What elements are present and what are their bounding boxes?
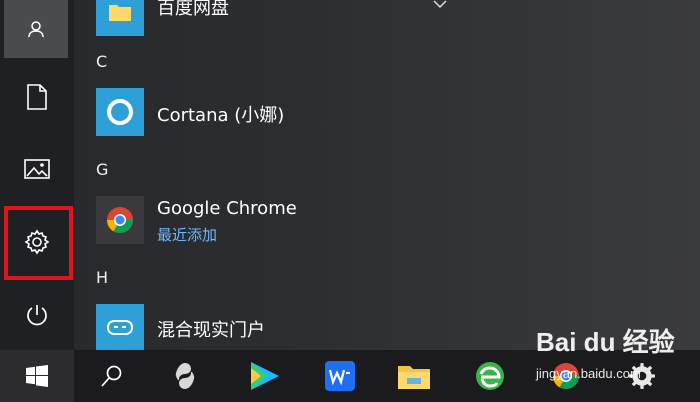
group-letter-h[interactable]: H [96,268,108,287]
start-sidebar [0,0,74,350]
taskbar-chrome[interactable] [536,350,596,402]
cortana-tile[interactable] [96,88,144,136]
app-name-mixed-reality[interactable]: 混合现实门户 [157,316,265,342]
app-name-baidu-netdisk[interactable]: 百度网盘 [157,0,229,20]
group-letter-g[interactable]: G [96,160,108,179]
wps-icon [325,361,355,391]
taskbar-file-explorer[interactable] [384,350,444,402]
app-name-cortana[interactable]: Cortana (小娜) [157,101,284,127]
taskbar [0,350,700,402]
power-button[interactable] [0,280,74,350]
app-name-chrome[interactable]: Google Chrome [157,198,297,219]
user-avatar-button[interactable] [4,0,68,58]
taskbar-wps[interactable] [310,350,370,402]
folder-icon [109,5,131,21]
picture-icon [24,159,50,179]
green-browser-icon [476,362,504,390]
video-player-icon [251,362,279,390]
taskbar-green-browser[interactable] [460,350,520,402]
chevron-down-icon[interactable] [432,0,448,10]
search-icon [101,365,122,387]
taskbar-app-1[interactable] [155,350,215,402]
start-button[interactable] [0,350,74,402]
app-icon [175,363,195,389]
chrome-tile[interactable] [96,196,144,244]
vr-headset-icon [107,320,133,335]
taskbar-settings[interactable] [612,350,672,402]
pictures-button[interactable] [0,134,74,204]
chrome-icon [552,363,580,390]
recently-added-label: 最近添加 [157,226,218,244]
windows-start-icon [26,365,48,387]
mixed-reality-tile[interactable] [96,304,144,352]
document-icon [27,84,47,110]
power-icon [27,305,47,326]
cortana-icon [107,99,133,125]
group-letter-c[interactable]: C [96,52,107,71]
documents-button[interactable] [0,62,74,132]
gear-icon [629,363,655,389]
taskbar-video-player[interactable] [234,350,294,402]
user-icon [28,21,44,38]
file-explorer-icon [398,366,430,389]
search-button[interactable] [82,350,142,402]
baidu-netdisk-tile[interactable] [96,0,144,36]
settings-highlight-box [4,206,73,280]
chrome-icon [106,207,134,234]
